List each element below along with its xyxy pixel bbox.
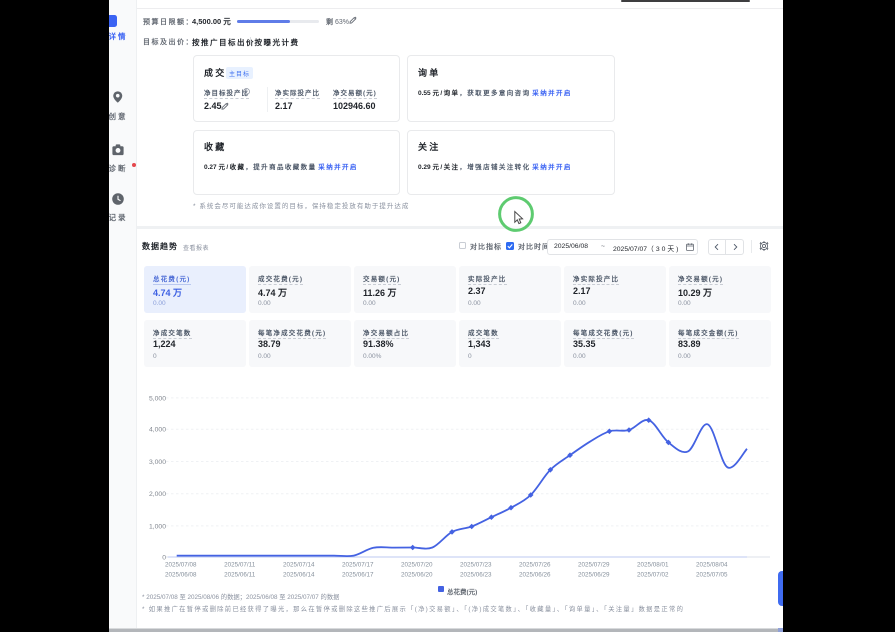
svg-text:2025/07/29: 2025/07/29	[578, 562, 610, 569]
svg-text:2025/07/05: 2025/07/05	[696, 572, 728, 579]
svg-text:2025/07/02: 2025/07/02	[637, 572, 669, 579]
svg-text:2025/06/14: 2025/06/14	[283, 572, 315, 579]
svg-text:2025/06/20: 2025/06/20	[401, 572, 433, 579]
svg-text:3,000: 3,000	[149, 459, 166, 466]
svg-text:2025/06/08: 2025/06/08	[165, 572, 197, 579]
svg-text:0: 0	[162, 554, 166, 561]
svg-text:2025/07/23: 2025/07/23	[460, 562, 492, 569]
svg-text:2025/06/29: 2025/06/29	[578, 572, 610, 579]
svg-text:2025/08/01: 2025/08/01	[637, 562, 669, 569]
svg-text:2025/07/17: 2025/07/17	[342, 562, 374, 569]
svg-text:2,000: 2,000	[149, 491, 166, 498]
svg-text:2025/07/11: 2025/07/11	[224, 562, 256, 569]
svg-text:2025/06/26: 2025/06/26	[519, 572, 551, 579]
svg-text:2025/06/23: 2025/06/23	[460, 572, 492, 579]
svg-text:2025/07/26: 2025/07/26	[519, 562, 551, 569]
svg-text:5,000: 5,000	[149, 395, 166, 402]
svg-text:2025/07/14: 2025/07/14	[283, 562, 315, 569]
svg-text:2025/06/11: 2025/06/11	[224, 572, 256, 579]
svg-text:4,000: 4,000	[149, 427, 166, 434]
svg-text:1,000: 1,000	[149, 523, 166, 530]
svg-text:2025/07/08: 2025/07/08	[165, 562, 197, 569]
svg-text:2025/07/20: 2025/07/20	[401, 562, 433, 569]
svg-text:2025/08/04: 2025/08/04	[696, 562, 728, 569]
svg-text:2025/06/17: 2025/06/17	[342, 572, 374, 579]
